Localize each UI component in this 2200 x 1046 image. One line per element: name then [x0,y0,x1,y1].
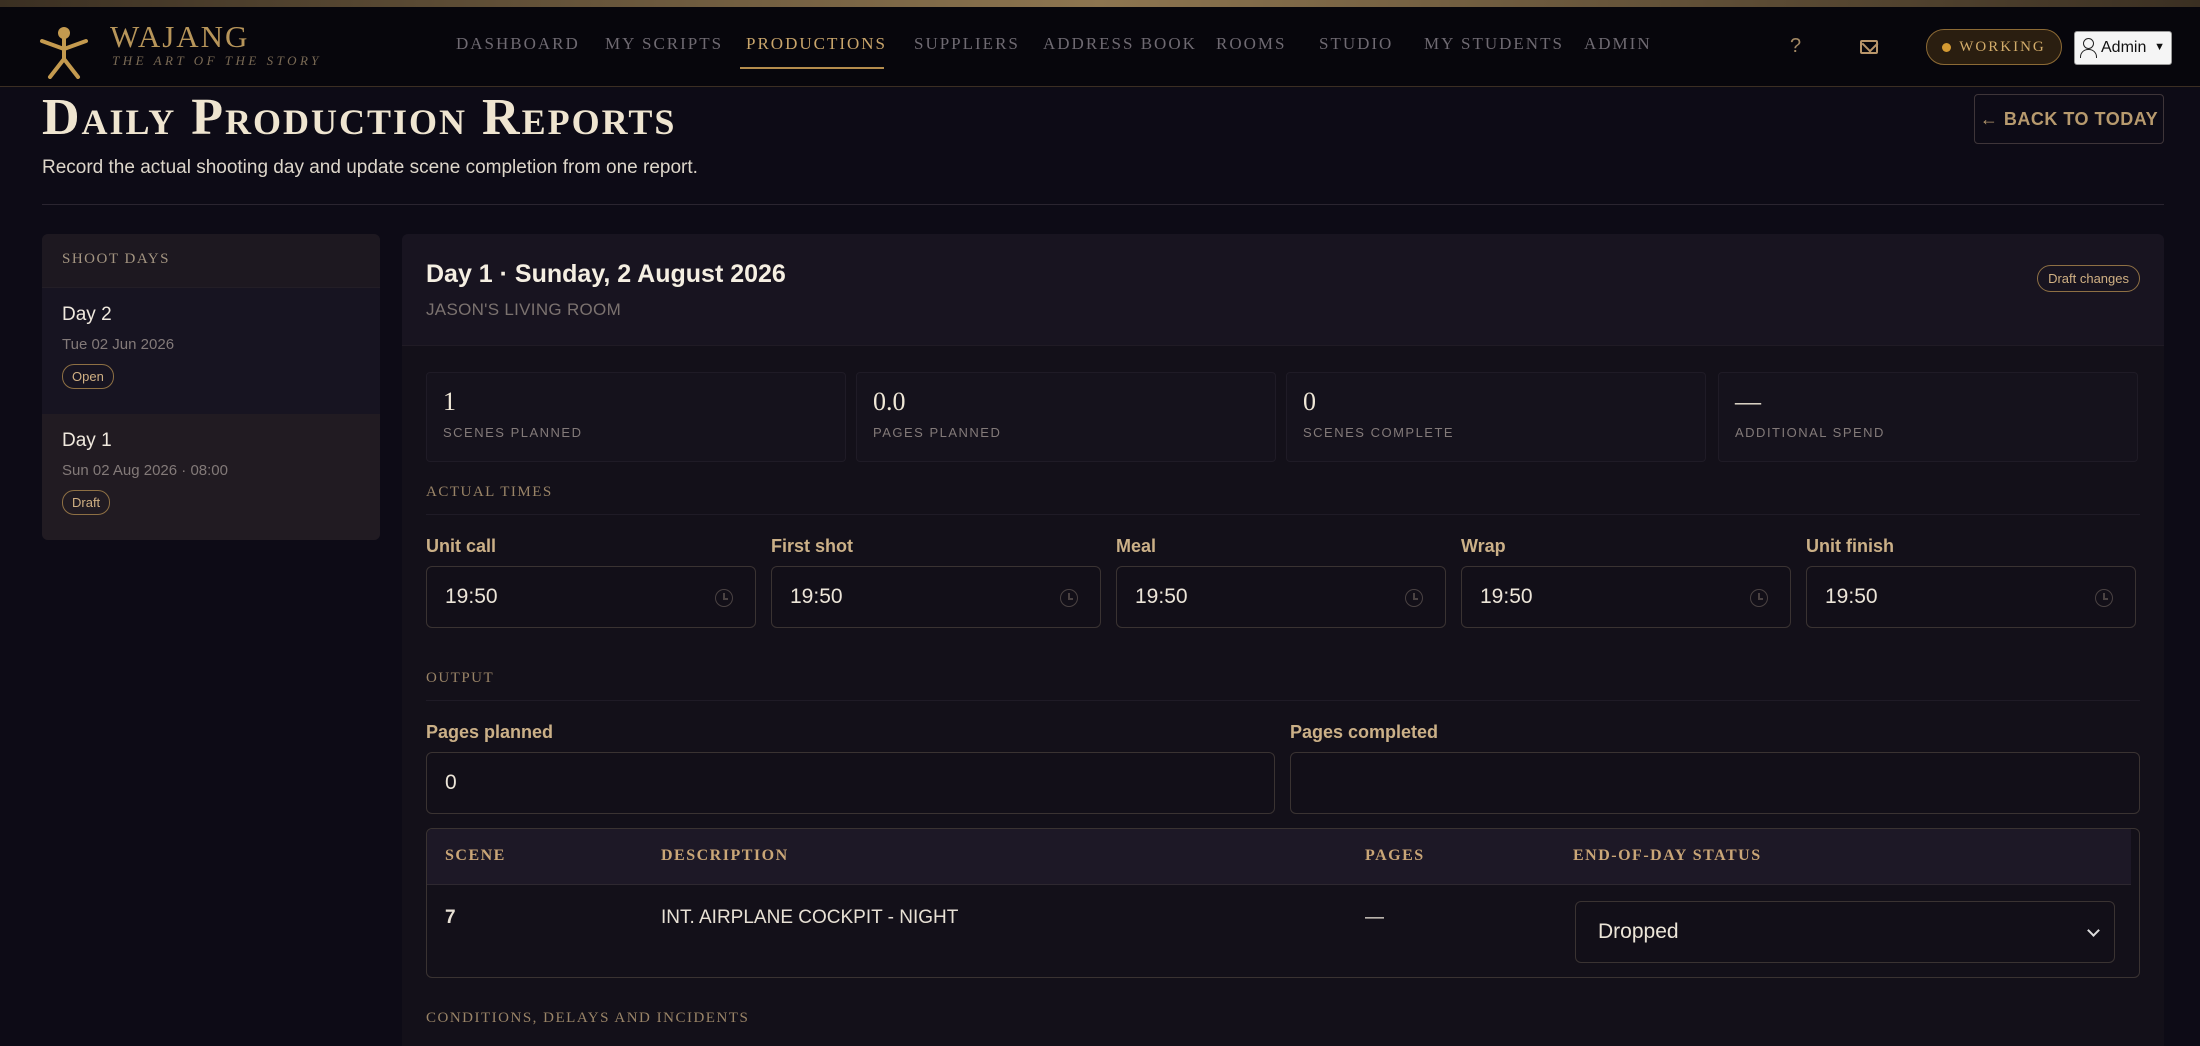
stat-pages-planned: 0.0 PAGES PLANNED [856,372,1276,462]
working-status-label: WORKING [1959,38,2046,55]
nav-suppliers[interactable]: SUPPLIERS [914,34,1020,54]
stat-label: ADDITIONAL SPEND [1735,425,1885,440]
shoot-day-item-selected[interactable]: Day 1 Sun 02 Aug 2026 · 08:00 Draft [42,414,380,540]
report-location: JASON'S LIVING ROOM [426,300,622,319]
unit-finish-value: 19:50 [1825,585,1878,608]
wrap-label: Wrap [1461,536,1506,556]
scene-number: 7 [445,907,456,928]
back-to-today-button[interactable]: ← BACK TO TODAY [1974,94,2164,144]
clock-icon[interactable] [715,589,733,607]
shoot-day-name: Day 1 [62,430,112,451]
shoot-days-heading: SHOOT DAYS [42,234,380,288]
col-scene: SCENE [445,847,506,864]
first-shot-input[interactable]: 19:50 [771,566,1101,628]
report-panel: Day 1 · Sunday, 2 August 2026 JASON'S LI… [402,234,2164,1046]
stat-scenes-planned: 1 SCENES PLANNED [426,372,846,462]
report-title: Day 1 · Sunday, 2 August 2026 [426,260,786,288]
col-description: DESCRIPTION [661,847,789,864]
nav-productions[interactable]: PRODUCTIONS [746,34,887,54]
nav-rooms[interactable]: ROOMS [1216,34,1286,54]
first-shot-label: First shot [771,536,854,556]
wajang-logo-icon [40,27,88,79]
working-status-button[interactable]: WORKING [1926,29,2062,65]
header-divider [42,204,2164,205]
meal-label: Meal [1116,536,1157,556]
brand-name: WAJANG [110,19,250,54]
scene-pages: — [1365,907,1384,928]
stat-value: 0.0 [873,387,906,416]
col-pages: PAGES [1365,847,1425,864]
nav-my-students[interactable]: MY STUDENTS [1424,34,1564,54]
chevron-down-icon [2087,924,2100,937]
shoot-day-date: Tue 02 Jun 2026 [62,336,175,353]
unit-call-value: 19:50 [445,585,498,608]
pages-completed-label: Pages completed [1290,722,1439,742]
stat-scenes-complete: 0 SCENES COMPLETE [1286,372,1706,462]
unit-call-label: Unit call [426,536,497,556]
nav-dashboard[interactable]: DASHBOARD [456,34,580,54]
active-nav-underline [740,67,884,69]
chevron-down-icon: ▼ [2154,41,2165,53]
nav-admin[interactable]: ADMIN [1584,34,1652,54]
clock-icon[interactable] [1750,589,1768,607]
page-subtitle: Record the actual shooting day and updat… [42,157,698,178]
top-navigation: WAJANG THE ART OF THE STORY DASHBOARD MY… [0,7,2200,87]
help-icon[interactable]: ? [1790,35,1801,58]
table-header: SCENE DESCRIPTION PAGES END-OF-DAY STATU… [427,829,2131,885]
end-of-day-status-select[interactable]: Dropped [1575,901,2115,963]
status-badge: Open [62,364,114,389]
user-select[interactable]: Admin ▼ [2074,31,2172,65]
shoot-day-item[interactable]: Day 2 Tue 02 Jun 2026 Open [42,288,380,414]
unit-finish-input[interactable]: 19:50 [1806,566,2136,628]
user-select-value: Admin [2101,39,2147,56]
output-heading: OUTPUT [426,670,495,686]
first-shot-value: 19:50 [790,585,843,608]
status-badge: Draft [62,490,111,515]
pages-planned-label: Pages planned [426,722,554,742]
meal-input[interactable]: 19:50 [1116,566,1446,628]
brand-tagline: THE ART OF THE STORY [112,53,322,68]
table-row: 7 INT. AIRPLANE COCKPIT - NIGHT — Droppe… [427,885,2139,977]
nav-address-book[interactable]: ADDRESS BOOK [1043,34,1197,54]
col-end-of-day-status: END-OF-DAY STATUS [1573,847,1762,864]
conditions-heading: CONDITIONS, DELAYS AND INCIDENTS [426,1010,750,1026]
clock-icon[interactable] [2095,589,2113,607]
pages-planned-value: 0 [445,771,457,794]
wrap-value: 19:50 [1480,585,1533,608]
shoot-days-panel: SHOOT DAYS Day 2 Tue 02 Jun 2026 Open Da… [42,234,380,540]
report-header: Day 1 · Sunday, 2 August 2026 JASON'S LI… [402,234,2164,346]
stat-additional-spend: — ADDITIONAL SPEND [1718,372,2138,462]
stat-value: — [1735,387,1761,416]
actual-times-heading: ACTUAL TIMES [426,484,553,500]
wrap-input[interactable]: 19:50 [1461,566,1791,628]
section-divider [426,514,2140,515]
status-select-value: Dropped [1598,920,1679,943]
stat-label: SCENES PLANNED [443,425,583,440]
pages-completed-input[interactable] [1290,752,2140,814]
stat-value: 1 [443,387,456,416]
clock-icon[interactable] [1060,589,1078,607]
status-dot-icon [1942,42,1952,52]
shoot-day-date: Sun 02 Aug 2026 · 08:00 [62,462,228,479]
stat-label: PAGES PLANNED [873,425,1002,440]
unit-call-input[interactable]: 19:50 [426,566,756,628]
clock-icon[interactable] [1405,589,1423,607]
nav-studio[interactable]: STUDIO [1319,34,1393,54]
mail-icon[interactable] [1860,40,1878,54]
stat-value: 0 [1303,387,1316,416]
unit-finish-label: Unit finish [1806,536,1894,556]
shoot-day-name: Day 2 [62,304,112,325]
user-icon [2079,37,2097,59]
nav-my-scripts[interactable]: MY SCRIPTS [605,34,723,54]
top-accent-line [0,0,2200,7]
scene-description: INT. AIRPLANE COCKPIT - NIGHT [661,907,959,928]
meal-value: 19:50 [1135,585,1188,608]
draft-changes-badge: Draft changes [2037,265,2140,292]
page-title: Daily Production Reports [42,89,677,146]
section-divider [426,700,2140,701]
scenes-table: SCENE DESCRIPTION PAGES END-OF-DAY STATU… [426,828,2140,978]
pages-planned-input[interactable]: 0 [426,752,1275,814]
stat-label: SCENES COMPLETE [1303,425,1455,440]
